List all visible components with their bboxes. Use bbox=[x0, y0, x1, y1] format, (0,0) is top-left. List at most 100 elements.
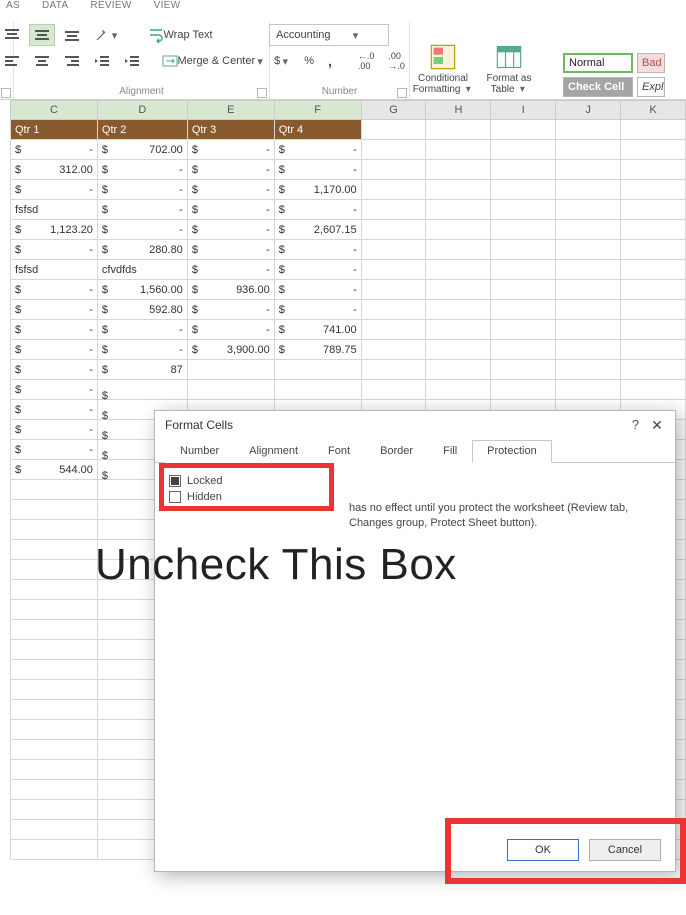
cell[interactable] bbox=[556, 160, 621, 180]
cell[interactable] bbox=[621, 220, 686, 240]
cell[interactable] bbox=[361, 260, 426, 280]
cell[interactable] bbox=[11, 600, 98, 620]
cell[interactable] bbox=[556, 360, 621, 380]
column-header[interactable]: E bbox=[187, 101, 274, 120]
comma-style-button[interactable]: , bbox=[323, 50, 337, 72]
decrease-indent-button[interactable] bbox=[89, 50, 115, 72]
cell[interactable] bbox=[621, 360, 686, 380]
wrap-text-button[interactable]: Wrap Text bbox=[143, 24, 263, 46]
cell[interactable] bbox=[187, 380, 274, 400]
cell[interactable]: fsfsd bbox=[11, 260, 98, 280]
column-header[interactable]: J bbox=[556, 101, 621, 120]
style-normal[interactable]: Normal bbox=[563, 53, 633, 73]
cell[interactable] bbox=[426, 260, 491, 280]
number-format-select[interactable]: Accounting ▾ bbox=[269, 24, 389, 46]
cell[interactable]: $- bbox=[274, 240, 361, 260]
cell[interactable] bbox=[426, 240, 491, 260]
tab-alignment[interactable]: Alignment bbox=[234, 440, 313, 463]
cell[interactable]: $- bbox=[274, 140, 361, 160]
cell[interactable]: $- bbox=[97, 200, 187, 220]
column-header[interactable]: K bbox=[621, 101, 686, 120]
dialog-launcher-icon[interactable] bbox=[397, 88, 407, 98]
cell[interactable] bbox=[361, 340, 426, 360]
cell[interactable] bbox=[556, 260, 621, 280]
cell[interactable] bbox=[11, 680, 98, 700]
cell[interactable] bbox=[491, 180, 556, 200]
tab-border[interactable]: Border bbox=[365, 440, 428, 463]
cell[interactable] bbox=[11, 740, 98, 760]
orientation-button[interactable]: ▾ bbox=[89, 24, 125, 46]
style-bad[interactable]: Bad bbox=[637, 53, 665, 73]
cell[interactable]: $- bbox=[187, 240, 274, 260]
cell[interactable] bbox=[491, 240, 556, 260]
cell[interactable] bbox=[11, 520, 98, 540]
cell[interactable] bbox=[426, 360, 491, 380]
cell[interactable] bbox=[11, 660, 98, 680]
ribbon-tab-view[interactable]: VIEW bbox=[154, 0, 181, 11]
cell[interactable] bbox=[491, 340, 556, 360]
cell[interactable] bbox=[491, 120, 556, 140]
cell[interactable]: $- bbox=[274, 300, 361, 320]
cell[interactable] bbox=[621, 280, 686, 300]
cell[interactable] bbox=[361, 360, 426, 380]
cell[interactable] bbox=[491, 160, 556, 180]
ribbon-tab-last[interactable]: AS bbox=[6, 0, 20, 11]
cell[interactable] bbox=[11, 580, 98, 600]
cell[interactable]: $- bbox=[11, 340, 98, 360]
cell[interactable] bbox=[556, 220, 621, 240]
cell[interactable]: $- bbox=[11, 300, 98, 320]
cell[interactable]: $- bbox=[11, 320, 98, 340]
locked-checkbox[interactable] bbox=[169, 475, 181, 487]
cell[interactable]: $936.00 bbox=[187, 280, 274, 300]
cell[interactable] bbox=[621, 160, 686, 180]
cell[interactable]: $- bbox=[187, 160, 274, 180]
cell[interactable] bbox=[426, 320, 491, 340]
merge-center-button[interactable]: Merge & Center ▾ bbox=[157, 50, 285, 72]
cell[interactable] bbox=[11, 540, 98, 560]
cell[interactable]: $- bbox=[11, 280, 98, 300]
column-header[interactable]: F bbox=[274, 101, 361, 120]
cell[interactable]: $3,900.00 bbox=[187, 340, 274, 360]
increase-decimal-button[interactable]: ←.0.00 bbox=[353, 50, 380, 72]
column-header[interactable]: H bbox=[426, 101, 491, 120]
cell[interactable] bbox=[491, 300, 556, 320]
cell[interactable]: $2,607.15 bbox=[274, 220, 361, 240]
cell[interactable] bbox=[361, 280, 426, 300]
cell[interactable]: $- bbox=[11, 180, 98, 200]
tab-number[interactable]: Number bbox=[165, 440, 234, 463]
cell[interactable] bbox=[491, 220, 556, 240]
cell[interactable] bbox=[361, 200, 426, 220]
cell[interactable] bbox=[361, 120, 426, 140]
cell[interactable] bbox=[426, 380, 491, 400]
cell[interactable] bbox=[621, 120, 686, 140]
cell[interactable] bbox=[621, 240, 686, 260]
cell[interactable] bbox=[491, 320, 556, 340]
cell[interactable] bbox=[621, 380, 686, 400]
dialog-help-button[interactable]: ? bbox=[632, 417, 639, 432]
cell[interactable] bbox=[361, 160, 426, 180]
table-header-cell[interactable]: Qtr 4 bbox=[274, 120, 361, 140]
cell[interactable] bbox=[426, 280, 491, 300]
cell[interactable]: $- bbox=[97, 220, 187, 240]
dialog-launcher-icon[interactable] bbox=[257, 88, 267, 98]
cell[interactable] bbox=[426, 120, 491, 140]
cell[interactable] bbox=[621, 180, 686, 200]
cell[interactable] bbox=[274, 360, 361, 380]
cell[interactable] bbox=[11, 780, 98, 800]
cell[interactable] bbox=[556, 280, 621, 300]
cell[interactable]: $280.80 bbox=[97, 240, 187, 260]
currency-style-button[interactable]: $▾ bbox=[269, 50, 295, 72]
cell[interactable] bbox=[11, 760, 98, 780]
cell[interactable]: $1,560.00 bbox=[97, 280, 187, 300]
cell[interactable] bbox=[361, 300, 426, 320]
cell[interactable] bbox=[11, 800, 98, 820]
cell[interactable]: $- bbox=[11, 240, 98, 260]
tab-protection[interactable]: Protection bbox=[472, 440, 552, 463]
cell[interactable] bbox=[274, 380, 361, 400]
cell[interactable] bbox=[11, 820, 98, 840]
cell[interactable] bbox=[11, 720, 98, 740]
cell[interactable]: $- bbox=[187, 180, 274, 200]
cell[interactable]: $- bbox=[11, 140, 98, 160]
cell[interactable] bbox=[621, 200, 686, 220]
cell[interactable] bbox=[11, 840, 98, 860]
